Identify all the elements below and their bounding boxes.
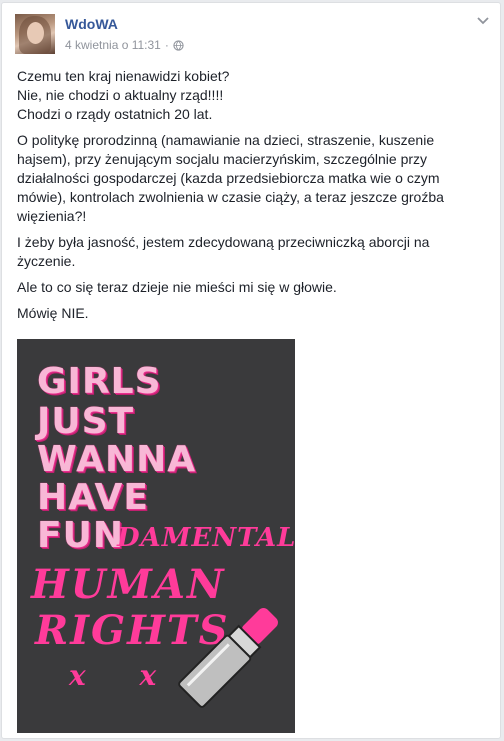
avatar-face	[27, 22, 44, 44]
lipstick-icon	[178, 608, 278, 708]
poster-line-fun: FUN	[37, 515, 124, 556]
poster-line-have: HAVE	[37, 477, 149, 518]
post-card: WdoWA 4 kwietnia o 11:31 · Czemu ten kra…	[1, 2, 501, 739]
post-image[interactable]: GIRLS JUST WANNA HAVE FUN DAMENTAL HUMAN…	[17, 339, 295, 733]
poster-line-girls: GIRLS	[37, 361, 162, 402]
post-body: Czemu ten kraj nienawidzi kobiet? Nie, n…	[17, 67, 487, 330]
chevron-down-icon[interactable]	[477, 17, 489, 25]
post-paragraph: Mówię NIE.	[17, 305, 89, 321]
post-meta: 4 kwietnia o 11:31 ·	[65, 38, 184, 52]
post-paragraph: Ale to co się teraz dzieje nie mieści mi…	[17, 279, 337, 295]
poster-line-just: JUST	[37, 401, 135, 442]
avatar[interactable]	[15, 14, 55, 54]
meta-separator: ·	[164, 38, 169, 52]
poster-line-wanna: WANNA	[37, 439, 197, 480]
author-name[interactable]: WdoWA	[65, 16, 118, 32]
poster-line-damental: DAMENTAL	[117, 523, 295, 553]
post-paragraph: I żeby była jasność, jestem zdecydowaną …	[17, 234, 430, 269]
post-timestamp[interactable]: 4 kwietnia o 11:31	[65, 38, 161, 52]
post-paragraph: Czemu ten kraj nienawidzi kobiet? Nie, n…	[17, 68, 230, 122]
globe-icon[interactable]	[173, 39, 184, 51]
post-paragraph: O politykę prorodzinną (namawianie na dz…	[17, 132, 444, 224]
